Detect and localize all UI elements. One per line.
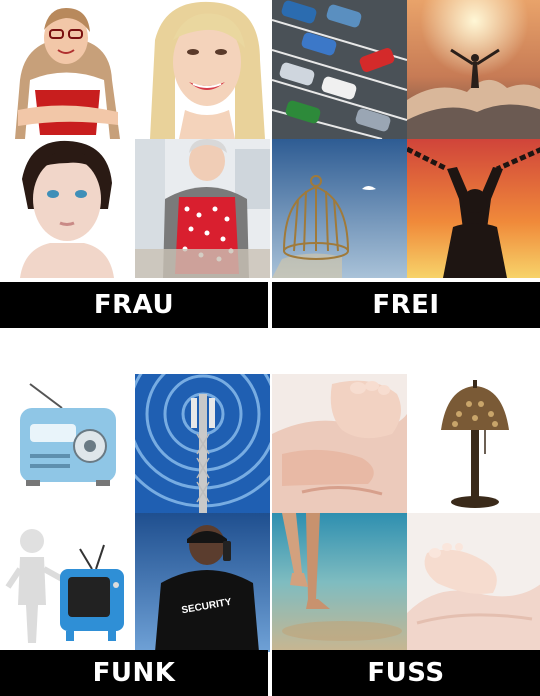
retro-radio-icon <box>0 374 135 513</box>
figure-with-tv-icon <box>0 513 135 652</box>
puzzle-card-frei[interactable]: FREI <box>272 0 540 328</box>
foot-massage-icon <box>272 374 407 513</box>
ornate-table-lamp-icon <box>407 374 540 513</box>
radio-tower-waves-icon <box>135 374 270 513</box>
security-guard-radio-icon: SECURITY <box>135 513 270 652</box>
image-grid <box>272 0 540 278</box>
blonde-woman-smile-icon <box>135 0 270 139</box>
grandmother-kitchen-icon <box>135 139 270 278</box>
answer-label[interactable]: FUSS <box>272 650 540 696</box>
woman-face-portrait-icon <box>0 139 135 278</box>
walking-beach-feet-icon <box>272 513 407 652</box>
baby-foot-hands-icon <box>407 513 540 652</box>
breaking-chains-icon <box>407 139 540 278</box>
puzzle-card-frau[interactable]: FRAU <box>0 0 270 328</box>
answer-label[interactable]: FUNK <box>0 650 268 696</box>
puzzle-card-funk[interactable]: SECURITY FUNK <box>0 374 270 696</box>
image-grid: SECURITY <box>0 374 270 652</box>
smiling-woman-glasses-icon <box>0 0 135 139</box>
image-grid <box>0 0 270 278</box>
person-arms-raised-mountain-icon <box>407 0 540 139</box>
parked-cars-aerial-icon <box>272 0 407 139</box>
image-grid <box>272 374 540 652</box>
open-birdcage-icon <box>272 139 407 278</box>
answer-label[interactable]: FREI <box>272 282 540 328</box>
answer-label[interactable]: FRAU <box>0 282 268 328</box>
puzzle-card-fuss[interactable]: FUSS <box>272 374 540 696</box>
